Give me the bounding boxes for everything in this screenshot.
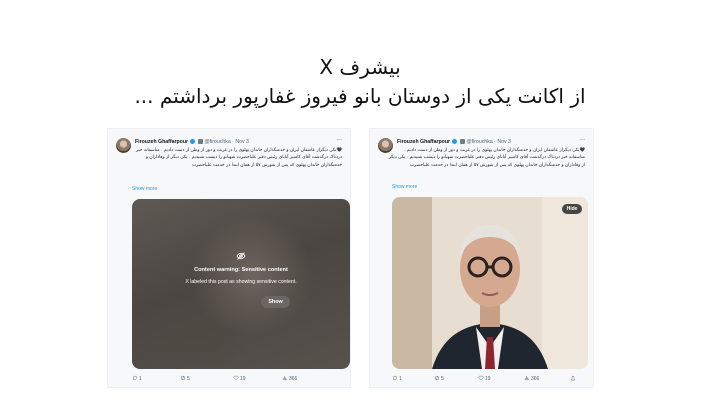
author-name[interactable]: Firouzeh Ghaffarpour (135, 139, 188, 145)
slide-subtitle: از اکانت یکی از دوستان بانو فیروز غفارپو… (134, 84, 586, 108)
show-button[interactable]: Show (261, 296, 290, 308)
tweet-text: 🖤یکی دیگراز عاشقان ایران و خدمتگذاران خا… (135, 148, 342, 168)
views-count: 366 (289, 376, 298, 382)
repost-icon (180, 375, 186, 381)
views-action[interactable]: 366 (524, 375, 539, 382)
slide-title: بیشرف X (319, 55, 401, 79)
show-more-link[interactable]: Show more (392, 184, 417, 190)
like-icon (233, 375, 239, 381)
tweet-actions: 1 5 19 366 (132, 375, 342, 383)
more-icon[interactable]: ··· (579, 138, 585, 144)
affiliation-badge-icon (197, 139, 203, 145)
author-line: Firouzeh Ghaffarpour @firouchka · Nov 3 (397, 139, 511, 145)
tweet-text: 🖤یکی دیگراز عاشقان ایران و خدمتگذاران خا… (388, 148, 585, 168)
repost-count: 5 (187, 376, 190, 382)
reply-count: 1 (139, 376, 142, 382)
post-date[interactable]: Nov 3 (497, 139, 511, 145)
reply-action[interactable]: 1 (392, 375, 402, 382)
views-action[interactable]: 366 (282, 375, 297, 382)
author-handle[interactable]: @firouchka (466, 139, 492, 145)
views-icon (524, 376, 530, 381)
reply-icon (132, 375, 138, 381)
show-more-link[interactable]: Show more (132, 186, 157, 192)
repost-icon (434, 375, 440, 381)
like-action[interactable]: 19 (233, 375, 246, 382)
more-icon[interactable]: ··· (336, 138, 342, 144)
content-warning: Content warning: Sensitive content X lab… (132, 251, 350, 285)
like-count: 19 (240, 376, 246, 382)
like-action[interactable]: 19 (478, 375, 491, 382)
author-line: Firouzeh Ghaffarpour @firouchka · Nov 3 (135, 139, 249, 145)
author-name[interactable]: Firouzeh Ghaffarpour (397, 139, 450, 145)
affiliation-badge-icon (459, 139, 465, 145)
reply-icon (392, 375, 398, 381)
verified-icon (190, 139, 196, 145)
repost-action[interactable]: 5 (434, 375, 444, 382)
share-icon (570, 375, 576, 381)
portrait-image (392, 197, 588, 369)
like-icon (478, 375, 484, 381)
tweet-card-photo[interactable]: Firouzeh Ghaffarpour @firouchka · Nov 3 … (369, 128, 594, 388)
reply-count: 1 (399, 376, 402, 382)
post-date[interactable]: Nov 3 (235, 139, 249, 145)
warning-title: Content warning: Sensitive content (194, 267, 288, 273)
author-handle[interactable]: @firouchka (204, 139, 230, 145)
tweet-actions: 1 5 19 366 (392, 375, 585, 383)
reply-action[interactable]: 1 (132, 375, 142, 382)
tweet-photo[interactable]: Hide (392, 197, 588, 369)
like-count: 19 (485, 376, 491, 382)
repost-action[interactable]: 5 (180, 375, 190, 382)
repost-count: 5 (441, 376, 444, 382)
separator-dot: · (232, 139, 234, 145)
share-action[interactable] (570, 375, 577, 382)
verified-icon (452, 139, 458, 145)
hide-button[interactable]: Hide (562, 204, 582, 214)
sensitive-media[interactable]: Content warning: Sensitive content X lab… (132, 199, 350, 369)
eye-off-icon (236, 252, 246, 260)
warning-body: X labeled this post as showing sensitive… (185, 279, 297, 285)
views-icon (282, 376, 288, 381)
views-count: 366 (531, 376, 540, 382)
separator-dot: · (494, 139, 496, 145)
tweet-card-sensitive[interactable]: Firouzeh Ghaffarpour @firouchka · Nov 3 … (107, 128, 351, 388)
